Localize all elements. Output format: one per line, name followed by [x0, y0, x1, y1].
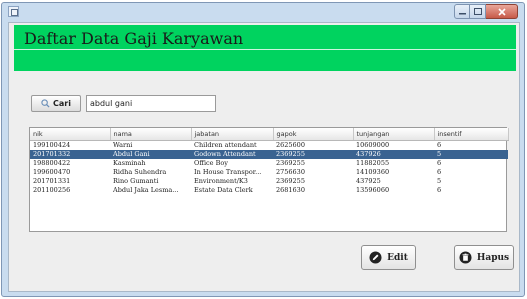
table-cell: 2681630 [276, 185, 305, 194]
table-cell: 437925 [356, 176, 381, 185]
table-cell: 5 [434, 149, 508, 159]
table-cell: Rino Gumanti [113, 176, 159, 185]
maximize-icon [473, 8, 482, 15]
table-cell: 201701331 [33, 176, 71, 185]
column-header-nik[interactable]: nik [30, 128, 111, 141]
delete-button-label: Hapus [476, 252, 510, 263]
table-cell: Abdul Jaka Lesma... [113, 185, 179, 194]
table-cell: 2756630 [276, 167, 305, 176]
table-cell: 437926 [353, 149, 434, 159]
header-banner: Daftar Data Gaji Karyawan [14, 25, 516, 71]
maximize-button[interactable] [470, 4, 486, 19]
table-cell: 2369255 [273, 149, 353, 159]
search-button[interactable]: Cari [31, 95, 81, 112]
delete-icon [459, 251, 472, 264]
table-cell: Ridha Suhendra [113, 167, 167, 176]
close-button[interactable] [486, 4, 518, 19]
table-cell: 6 [437, 140, 442, 149]
table-header-row: nik nama jabatan gapok tunjangan insenti… [30, 128, 509, 141]
app-window: Daftar Data Gaji Karyawan Cari abdul gan… [1, 2, 525, 297]
main-panel: Daftar Data Gaji Karyawan Cari abdul gan… [8, 22, 520, 292]
search-button-label: Cari [53, 99, 71, 108]
table-row[interactable]: 201701331 Rino Gumanti Environment/K3 23… [30, 177, 508, 186]
table-cell: 198800422 [33, 158, 71, 167]
table-row[interactable]: 198800422 Kasminah Office Boy 2369255 11… [30, 159, 508, 168]
table-row[interactable]: 201100256 Abdul Jaka Lesma... Estate Dat… [30, 186, 508, 195]
header-divider [14, 49, 516, 50]
salary-table[interactable]: nik nama jabatan gapok tunjangan insenti… [29, 127, 509, 232]
table-cell: 2369255 [276, 158, 305, 167]
minimize-button[interactable] [454, 4, 470, 19]
table-cell: Environment/K3 [194, 176, 248, 185]
table-cell: 199100424 [33, 140, 71, 149]
table-row[interactable]: 199600470 Ridha Suhendra In House Transp… [30, 168, 508, 177]
table-cell: 14109360 [356, 167, 390, 176]
column-header-jabatan[interactable]: jabatan [191, 128, 274, 141]
table-cell: Godown Attendant [191, 149, 273, 159]
table-cell: Kasminah [113, 158, 146, 167]
table-cell: 2625600 [276, 140, 305, 149]
table-cell: Estate Data Clerk [194, 185, 253, 194]
table-cell: 13596060 [356, 185, 390, 194]
search-input[interactable]: abdul gani [86, 95, 216, 112]
table-cell: 6 [437, 167, 442, 176]
table-cell: 11882055 [356, 158, 390, 167]
table-cell: Abdul Gani [110, 149, 191, 159]
minimize-icon [458, 13, 466, 15]
table-cell: 6 [437, 185, 442, 194]
edit-button[interactable]: Edit [361, 245, 416, 270]
table-cell: 201100256 [33, 185, 71, 194]
table-cell: 2369255 [276, 176, 305, 185]
column-header-insentif[interactable]: insentif [434, 128, 509, 141]
delete-button[interactable]: Hapus [454, 245, 514, 270]
table-cell: 199600470 [33, 167, 71, 176]
edit-button-label: Edit [387, 252, 408, 263]
column-header-tunjangan[interactable]: tunjangan [353, 128, 435, 141]
table-cell: 201701332 [30, 149, 110, 159]
app-icon [8, 6, 19, 17]
table-row-selected[interactable]: 201701332 Abdul Gani Godown Attendant 23… [30, 149, 508, 159]
table-cell: 6 [437, 158, 442, 167]
table-cell: Warni [113, 140, 133, 149]
table-cell: Office Boy [194, 158, 228, 167]
page-title: Daftar Data Gaji Karyawan [24, 29, 244, 48]
edit-icon [369, 251, 382, 264]
table-row[interactable]: 199100424 Warni Children attendant 26256… [30, 140, 508, 150]
table-cell: 5 [437, 176, 442, 185]
column-header-nama[interactable]: nama [110, 128, 192, 141]
title-bar[interactable] [2, 3, 524, 21]
close-icon [497, 7, 506, 16]
table-cell: 10609000 [356, 140, 390, 149]
table-cell: In House Transpor... [194, 167, 262, 176]
window-controls [454, 4, 518, 19]
search-icon [41, 99, 50, 108]
table-cell: Children attendant [194, 140, 257, 149]
column-header-gapok[interactable]: gapok [273, 128, 354, 141]
